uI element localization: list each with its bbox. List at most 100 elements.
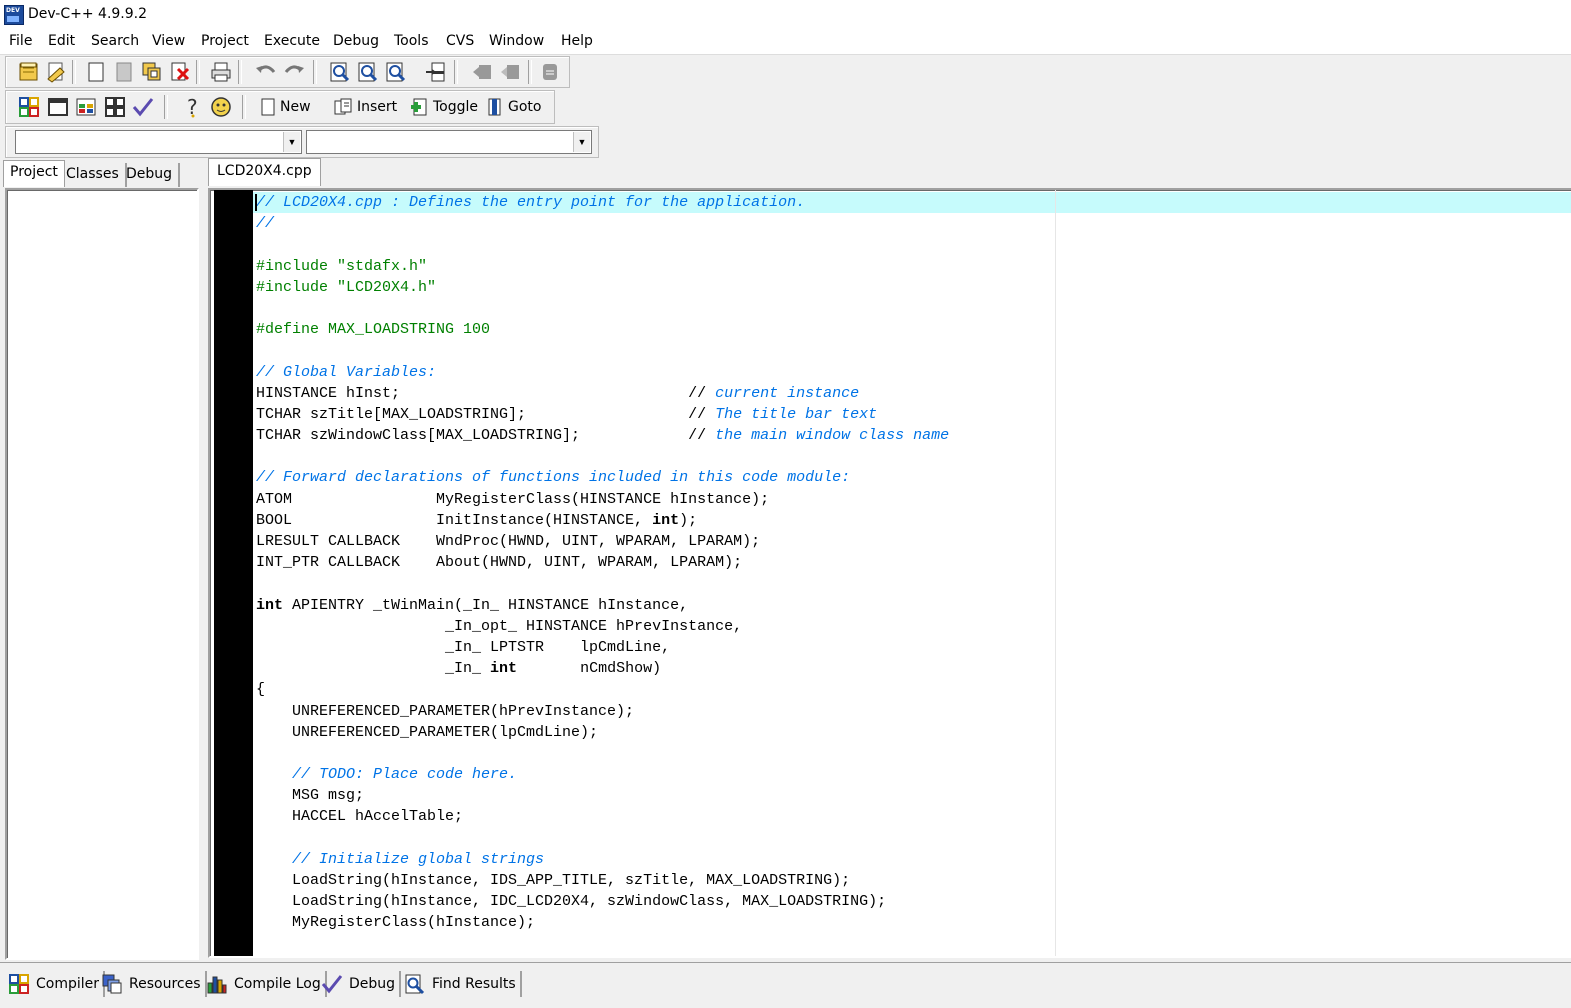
code-line[interactable]: #define MAX_LOADSTRING 100 [256,319,949,340]
code-text[interactable]: // LCD20X4.cpp : Defines the entry point… [256,192,949,934]
code-line[interactable]: _In_ int nCmdShow) [256,658,949,679]
find-icon[interactable] [328,60,352,84]
menu-tools[interactable]: Tools [394,33,429,49]
code-line[interactable]: MSG msg; [256,785,949,806]
code-line[interactable]: _In_ LPTSTR lpCmdLine, [256,637,949,658]
code-editor[interactable]: // LCD20X4.cpp : Defines the entry point… [208,188,1571,958]
code-line[interactable]: #include "LCD20X4.h" [256,277,949,298]
code-line[interactable] [256,743,949,764]
code-line[interactable]: // [256,213,949,234]
code-token: BOOL InitInstance(HINSTANCE, [256,511,653,529]
about-icon[interactable] [209,95,233,119]
menu-project[interactable]: Project [201,33,249,49]
code-line[interactable]: // TODO: Place code here. [256,764,949,785]
editor-file-tab[interactable]: LCD20X4.cpp [208,158,321,186]
rebuild-all-icon[interactable] [103,95,127,119]
replace-icon[interactable] [356,60,380,84]
menu-search[interactable]: Search [91,33,139,49]
code-line[interactable]: LoadString(hInstance, IDS_APP_TITLE, szT… [256,870,949,891]
save-icon[interactable] [112,60,136,84]
chevron-down-icon[interactable]: ▼ [573,132,590,152]
compile-run-icon[interactable] [74,95,98,119]
syntax-check-icon[interactable] [131,95,155,119]
code-token: #include "stdafx.h" [256,257,428,275]
tab-compiler[interactable]: Compiler [8,971,106,997]
code-line[interactable]: BOOL InitInstance(HINSTANCE, int); [256,510,949,531]
code-line[interactable]: { [256,679,949,700]
code-line[interactable]: int APIENTRY _tWinMain(_In_ HINSTANCE hI… [256,595,949,616]
tab-find-results[interactable]: Find Results [404,971,522,997]
new-page-icon [261,98,275,116]
menu-view[interactable]: View [152,33,185,49]
code-line[interactable]: // Initialize global strings [256,849,949,870]
code-line[interactable] [256,234,949,255]
menu-file[interactable]: File [9,33,32,49]
menu-window[interactable]: Window [489,33,544,49]
undo-icon[interactable] [254,60,278,84]
code-line[interactable]: MyRegisterClass(hInstance); [256,912,949,933]
goto-line-icon[interactable] [424,60,448,84]
insert-button[interactable]: Insert [333,95,397,119]
find-next-icon[interactable] [384,60,408,84]
run-icon[interactable] [46,95,70,119]
new-file-icon[interactable] [84,60,108,84]
menu-debug[interactable]: Debug [333,33,379,49]
indent-icon[interactable] [499,60,523,84]
toggle-comment-icon[interactable] [538,60,562,84]
code-line[interactable]: #include "stdafx.h" [256,256,949,277]
code-line[interactable]: // LCD20X4.cpp : Defines the entry point… [256,192,949,213]
code-token: HINSTANCE hInst; // [256,384,716,402]
code-line[interactable]: HINSTANCE hInst; // current instance [256,383,949,404]
menu-help[interactable]: Help [561,33,593,49]
code-line[interactable]: UNREFERENCED_PARAMETER(hPrevInstance); [256,701,949,722]
code-line[interactable] [256,828,949,849]
tab-resources[interactable]: Resources [101,971,207,997]
class-browser-toolbar: ▼ ▼ [5,126,599,158]
code-line[interactable] [256,340,949,361]
code-line[interactable]: LoadString(hInstance, IDC_LCD20X4, szWin… [256,891,949,912]
member-combo[interactable]: ▼ [306,130,592,154]
code-line[interactable]: HACCEL hAccelTable; [256,806,949,827]
class-combo[interactable]: ▼ [15,130,302,154]
redo-icon[interactable] [282,60,306,84]
code-line[interactable]: _In_opt_ HINSTANCE hPrevInstance, [256,616,949,637]
menu-edit[interactable]: Edit [48,33,75,49]
code-line[interactable]: INT_PTR CALLBACK About(HWND, UINT, WPARA… [256,552,949,573]
code-line[interactable]: UNREFERENCED_PARAMETER(lpCmdLine); [256,722,949,743]
compile-icon[interactable] [17,95,41,119]
help-icon[interactable]: ? [181,95,205,119]
save-all-icon[interactable] [140,60,164,84]
tab-classes[interactable]: Classes [60,163,127,187]
menu-execute[interactable]: Execute [264,33,320,49]
unindent-icon[interactable] [471,60,495,84]
code-line[interactable]: LRESULT CALLBACK WndProc(HWND, UINT, WPA… [256,531,949,552]
code-token: int [652,511,680,529]
code-line[interactable]: TCHAR szWindowClass[MAX_LOADSTRING]; // … [256,425,949,446]
project-explorer[interactable] [5,188,199,960]
new-class-button[interactable]: New [260,95,311,119]
close-file-icon[interactable] [168,60,192,84]
dev-cpp-app-icon[interactable]: DEV [4,5,24,25]
code-line[interactable]: TCHAR szTitle[MAX_LOADSTRING]; // The ti… [256,404,949,425]
tab-project[interactable]: Project [3,160,65,187]
code-line[interactable] [256,298,949,319]
editor-gutter[interactable] [214,190,253,956]
goto-bookmark-button[interactable]: Goto [486,95,541,119]
code-line[interactable]: // Forward declarations of functions inc… [256,467,949,488]
code-token: LRESULT CALLBACK WndProc(HWND, UINT, WPA… [256,533,761,550]
open-project-icon[interactable] [17,60,41,84]
open-file-icon[interactable] [44,60,68,84]
toggle-bookmark-button[interactable]: Toggle [409,95,478,119]
code-token: // Global Variables: [256,363,437,381]
code-line[interactable]: ATOM MyRegisterClass(HINSTANCE hInstance… [256,489,949,510]
tab-debug[interactable]: Debug [120,163,181,187]
tab-debug-panel[interactable]: Debug [321,971,402,997]
print-icon[interactable] [209,60,233,84]
chevron-down-icon[interactable]: ▼ [283,132,300,152]
code-line[interactable] [256,573,949,594]
code-line[interactable]: // Global Variables: [256,362,949,383]
tab-compile-log[interactable]: Compile Log [206,971,327,997]
code-line[interactable] [256,446,949,467]
menu-cvs[interactable]: CVS [446,33,474,49]
